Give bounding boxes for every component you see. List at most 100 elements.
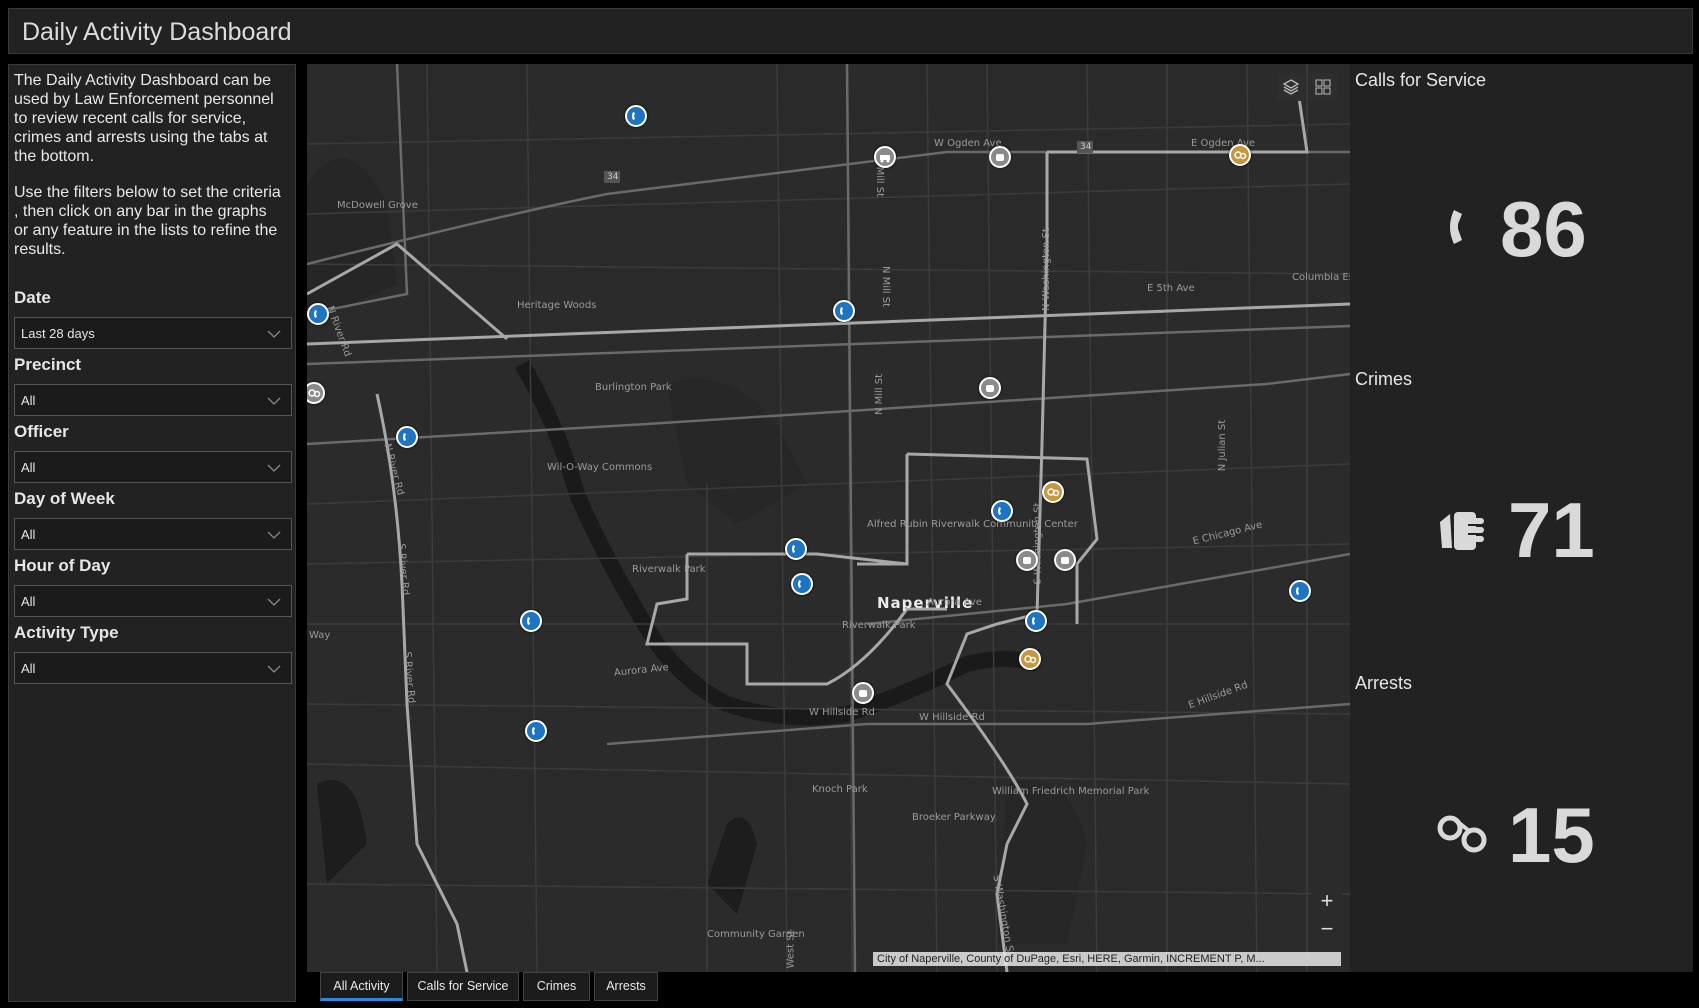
- map-label-alfred-rubin: Alfred Rubin Riverwalk Community Center: [867, 519, 1078, 530]
- phone-icon: [1296, 587, 1299, 595]
- crime-marker[interactable]: [852, 682, 874, 704]
- call-marker[interactable]: [307, 303, 329, 325]
- officer-filter-label: Officer: [14, 422, 69, 441]
- route-34-shield: 34: [607, 172, 619, 182]
- fist-icon: [1023, 557, 1031, 564]
- call-marker[interactable]: [791, 573, 813, 595]
- chevron-down-icon: [267, 464, 281, 472]
- call-marker[interactable]: [785, 538, 807, 560]
- basemap-gallery-button[interactable]: [1309, 73, 1337, 101]
- chevron-down-icon: [267, 665, 281, 673]
- arrests-indicator-title: Arrests: [1355, 673, 1413, 693]
- phone-icon: [998, 507, 1001, 515]
- map-attribution: City of Naperville, County of DuPage, Es…: [873, 952, 1341, 966]
- map-label-n-mill-2: N Mill St: [880, 265, 892, 308]
- call-marker[interactable]: [520, 610, 542, 632]
- map-label-w-hillside: W Hillside Rd: [809, 707, 875, 718]
- phone-icon: [403, 433, 406, 441]
- crimes-indicator-value: 71: [1508, 486, 1595, 574]
- officer-filter-value: All: [21, 460, 36, 475]
- map-label-west-st: West St: [785, 930, 797, 969]
- tab-calls-for-service[interactable]: Calls for Service: [407, 972, 519, 1001]
- day-of-week-filter-label: Day of Week: [14, 489, 115, 508]
- call-marker[interactable]: [1025, 610, 1047, 632]
- activity-type-filter-value: All: [21, 661, 36, 676]
- instructions-text: Use the filters below to set the criteri…: [14, 184, 281, 258]
- zoom-in-button[interactable]: +: [1312, 888, 1342, 916]
- zoom-out-button[interactable]: −: [1312, 916, 1342, 944]
- call-marker[interactable]: [396, 426, 418, 448]
- hour-of-day-filter-label: Hour of Day: [14, 556, 111, 575]
- layers-icon: [1282, 79, 1300, 95]
- day-of-week-filter-value: All: [21, 527, 36, 542]
- map-label-riverwalk-park-2: Riverwalk Park: [842, 620, 916, 631]
- route-34-shield-2: 34: [1080, 142, 1092, 152]
- officer-filter-select[interactable]: All: [14, 451, 292, 483]
- phone-icon: [1032, 617, 1035, 625]
- call-marker[interactable]: [625, 105, 647, 127]
- tab-crimes[interactable]: Crimes: [523, 972, 590, 1001]
- car-icon: [880, 155, 890, 163]
- map-label-n-washington: N Washington St: [1040, 228, 1052, 311]
- description-text: The Daily Activity Dashboard can be used…: [14, 72, 274, 165]
- phone-icon: [792, 545, 795, 553]
- map-label-n-julian: N Julian St: [1217, 419, 1229, 472]
- map-label-broeker: Broeker Parkway: [912, 812, 996, 823]
- hour-of-day-filter-select[interactable]: All: [14, 585, 292, 617]
- calls-indicator-value: 86: [1500, 185, 1587, 273]
- crime-marker[interactable]: [874, 146, 896, 168]
- map-label-columbia: Columbia Estates Park: [1292, 272, 1350, 283]
- map-label-heritage: Heritage Woods: [517, 300, 597, 311]
- phone-icon: [840, 307, 843, 315]
- phone-icon: [632, 112, 635, 120]
- day-of-week-filter-select[interactable]: All: [14, 518, 292, 550]
- call-marker[interactable]: [833, 300, 855, 322]
- calls-indicator-title: Calls for Service: [1355, 70, 1487, 90]
- phone-icon: [314, 310, 317, 318]
- call-marker[interactable]: [1289, 580, 1311, 602]
- filter-sidebar: The Daily Activity Dashboard can be used…: [8, 64, 296, 1002]
- chevron-down-icon: [267, 397, 281, 405]
- map-label-w-ogden: W Ogden Ave: [934, 138, 1002, 149]
- map-label-knoch-park: Knoch Park: [812, 784, 868, 795]
- basemap-gallery-icon: [1315, 79, 1331, 95]
- map-view[interactable]: McDowell Grove Heritage Woods Burlington…: [307, 64, 1350, 972]
- call-marker[interactable]: [525, 720, 547, 742]
- arrest-marker[interactable]: [1229, 144, 1251, 166]
- date-filter-label: Date: [14, 288, 51, 307]
- crimes-indicator-title: Crimes: [1355, 369, 1412, 389]
- layers-button[interactable]: [1277, 73, 1305, 101]
- map-label-s-washington: S Washington St: [1032, 502, 1044, 585]
- map-label-e-5th: E 5th Ave: [1147, 283, 1195, 294]
- fist-icon: [986, 385, 994, 392]
- fist-icon: [1061, 557, 1069, 564]
- hour-of-day-filter-value: All: [21, 594, 36, 609]
- tab-arrests[interactable]: Arrests: [594, 972, 658, 1001]
- map-label-burlington: Burlington Park: [595, 382, 672, 393]
- phone-icon: [527, 617, 530, 625]
- map-label-aurora-ave-2: Aurora Ave: [927, 597, 982, 608]
- crime-marker[interactable]: [1054, 549, 1076, 571]
- fist-icon: [1440, 512, 1484, 550]
- tab-all-activity[interactable]: All Activity: [320, 972, 403, 1001]
- dashboard-header: Daily Activity Dashboard: [8, 8, 1693, 54]
- indicators-panel: Calls for Service 86 Crimes 71 Arrests 1…: [1350, 64, 1693, 972]
- crime-marker[interactable]: [1016, 549, 1038, 571]
- crime-marker[interactable]: [979, 377, 1001, 399]
- map-label-n-mill-3: N Mill St: [874, 373, 886, 416]
- chevron-down-icon: [267, 531, 281, 539]
- phone-icon: [532, 727, 535, 735]
- handcuffs-icon: [308, 389, 321, 398]
- phone-icon: [798, 580, 801, 588]
- call-marker[interactable]: [991, 500, 1013, 522]
- date-filter-select[interactable]: Last 28 days: [14, 317, 292, 349]
- map-label-way: Way: [309, 630, 331, 641]
- activity-type-filter-select[interactable]: All: [14, 652, 292, 684]
- crime-marker[interactable]: [989, 146, 1011, 168]
- handcuffs-icon: [1024, 655, 1037, 664]
- precinct-filter-value: All: [21, 393, 36, 408]
- arrest-marker[interactable]: [1019, 648, 1041, 670]
- precinct-filter-select[interactable]: All: [14, 384, 292, 416]
- arrest-marker[interactable]: [1042, 481, 1064, 503]
- chevron-down-icon: [267, 330, 281, 338]
